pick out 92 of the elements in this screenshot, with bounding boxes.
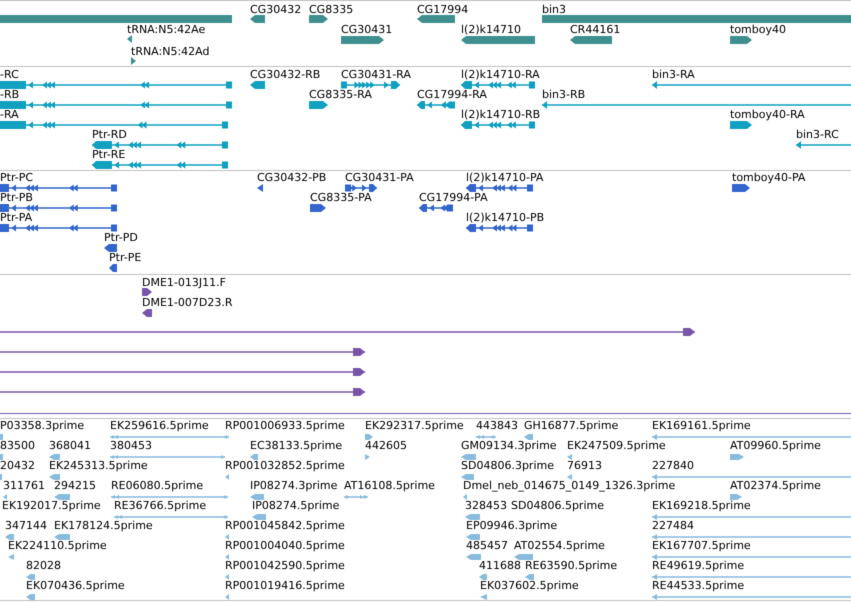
feature-label: AT02374.5prime [730, 479, 821, 493]
feature-label: EK167707.5prime [652, 539, 751, 553]
feature-label: 227840 [652, 459, 694, 473]
feature-label: 328453 [465, 499, 507, 513]
feature-label: Ptr-PC [0, 171, 34, 185]
feature-label: 368041 [49, 439, 91, 453]
feature-label: RE06080.5prime [111, 479, 204, 493]
feature-label: EP09946.3prime [466, 519, 558, 533]
feature-label: Ptr-PD [104, 231, 138, 245]
feature-label: RE63590.5prime [525, 559, 618, 573]
feature-label: SD04806.5prime [511, 499, 604, 513]
feature-label: EK259616.5prime [110, 419, 209, 433]
feature-label: bin3-RB [542, 88, 586, 102]
feature-label: Ptr-RD [92, 128, 127, 142]
feature-label: 442605 [365, 439, 407, 453]
feature-label: 82028 [26, 559, 61, 573]
feature-label: tomboy40 [730, 23, 786, 37]
feature-label: Dmel_neb_014675_0149_1326.3prime [463, 479, 676, 493]
feature-label: 227484 [652, 519, 694, 533]
feature-label: EK192017.5prime [2, 499, 101, 513]
feature-label: bin3-RC [796, 128, 839, 142]
feature-label: EK245313.5prime [49, 459, 148, 473]
feature-label: CG17994 [417, 3, 468, 17]
feature-label: EK169161.5prime [652, 419, 751, 433]
feature-label: bin3-RA [652, 68, 695, 82]
feature-label: 411688 [479, 559, 521, 573]
feature-label: 347144 [5, 519, 47, 533]
feature-label: 485457 [466, 539, 508, 553]
feature-label: 311761 [3, 479, 45, 493]
feature-label: P03358.3prime [0, 419, 84, 433]
feature-label: CG30432-PB [257, 171, 326, 185]
feature-label: EK247509.5prime [567, 439, 666, 453]
feature-label: 380453 [110, 439, 152, 453]
feature-label: RP001045842.5prime [225, 519, 345, 533]
feature-label: CG30431 [341, 23, 392, 37]
feature-label: CG30431-PA [345, 171, 414, 185]
feature-label: tRNA:N5:42Ad [131, 45, 210, 59]
feature-label: DME1-013J11.F [142, 276, 226, 290]
feature-label: l(2)k14710-PA [466, 171, 544, 185]
feature-label: 20432 [0, 459, 35, 473]
feature-label: CG8335 [309, 3, 354, 17]
feature-label: EK292317.5prime [365, 419, 464, 433]
feature-label: RE49619.5prime [652, 559, 744, 573]
feature-label: bin3 [542, 3, 566, 17]
feature-label: RP001004040.5prime [225, 539, 345, 553]
feature-label: RP001006933.5prime [225, 419, 345, 433]
feature-label: EC38133.5prime [250, 439, 342, 453]
feature-label: EK037602.5prime [480, 579, 579, 593]
feature-label: GM09134.3prime [461, 439, 557, 453]
feature-label: EK070436.5prime [26, 579, 125, 593]
feature-label: SD04806.3prime [461, 459, 554, 473]
feature-label: Ptr-PA [0, 211, 32, 225]
feature-label: RP001032852.5prime [225, 459, 345, 473]
feature-label: 83500 [0, 439, 35, 453]
feature-label: CG17994-PA [419, 191, 488, 205]
feature-label: AT02554.5prime [514, 539, 605, 553]
feature-label: tRNA:N5:42Ae [127, 23, 206, 37]
feature-label: l(2)k14710-PB [466, 211, 544, 225]
feature-label: DME1-007D23.R [142, 296, 232, 310]
feature-label: CR44161 [570, 23, 620, 37]
feature-label: RE36766.5prime [114, 499, 206, 513]
feature-label: l(2)k14710-RA [461, 68, 540, 82]
feature-label: l(2)k14710-RB [461, 108, 540, 122]
feature-label: RP001019416.5prime [225, 579, 345, 593]
feature-label: AT16108.5prime [344, 479, 435, 493]
feature-label: AT09960.5prime [730, 439, 821, 453]
feature-label: EK224110.5prime [8, 539, 107, 553]
feature-label: -RC [0, 68, 19, 82]
feature-label: Ptr-PB [0, 191, 33, 205]
feature-label: tomboy40-PA [732, 171, 806, 185]
feature-label: tomboy40-RA [730, 108, 805, 122]
feature-label: CG30432-RB [250, 68, 320, 82]
feature-label: Ptr-RE [92, 148, 126, 162]
feature-label: 443843 [476, 419, 518, 433]
feature-label: CG8335-PA [310, 191, 372, 205]
feature-label: CG17994-RA [417, 88, 487, 102]
feature-label: IP08274.5prime [252, 499, 340, 513]
feature-label: 76913 [567, 459, 602, 473]
feature-label: IP08274.3prime [250, 479, 338, 493]
feature-label: Ptr-PE [109, 251, 142, 265]
feature-label: -RB [0, 88, 20, 102]
feature-label: CG30431-RA [341, 68, 411, 82]
feature-label: GH16877.5prime [524, 419, 618, 433]
feature-label: l(2)k14710 [461, 23, 522, 37]
feature-label: RP001042590.5prime [225, 559, 345, 573]
feature-label: CG8335-RA [309, 88, 372, 102]
feature-label: RE44533.5prime [652, 579, 744, 593]
feature-label: 294215 [54, 479, 96, 493]
feature-label: -RA [0, 108, 19, 122]
feature-label: EK169218.5prime [652, 499, 751, 513]
feature-label: EK178124.5prime [54, 519, 153, 533]
feature-label: CG30432 [250, 3, 302, 17]
